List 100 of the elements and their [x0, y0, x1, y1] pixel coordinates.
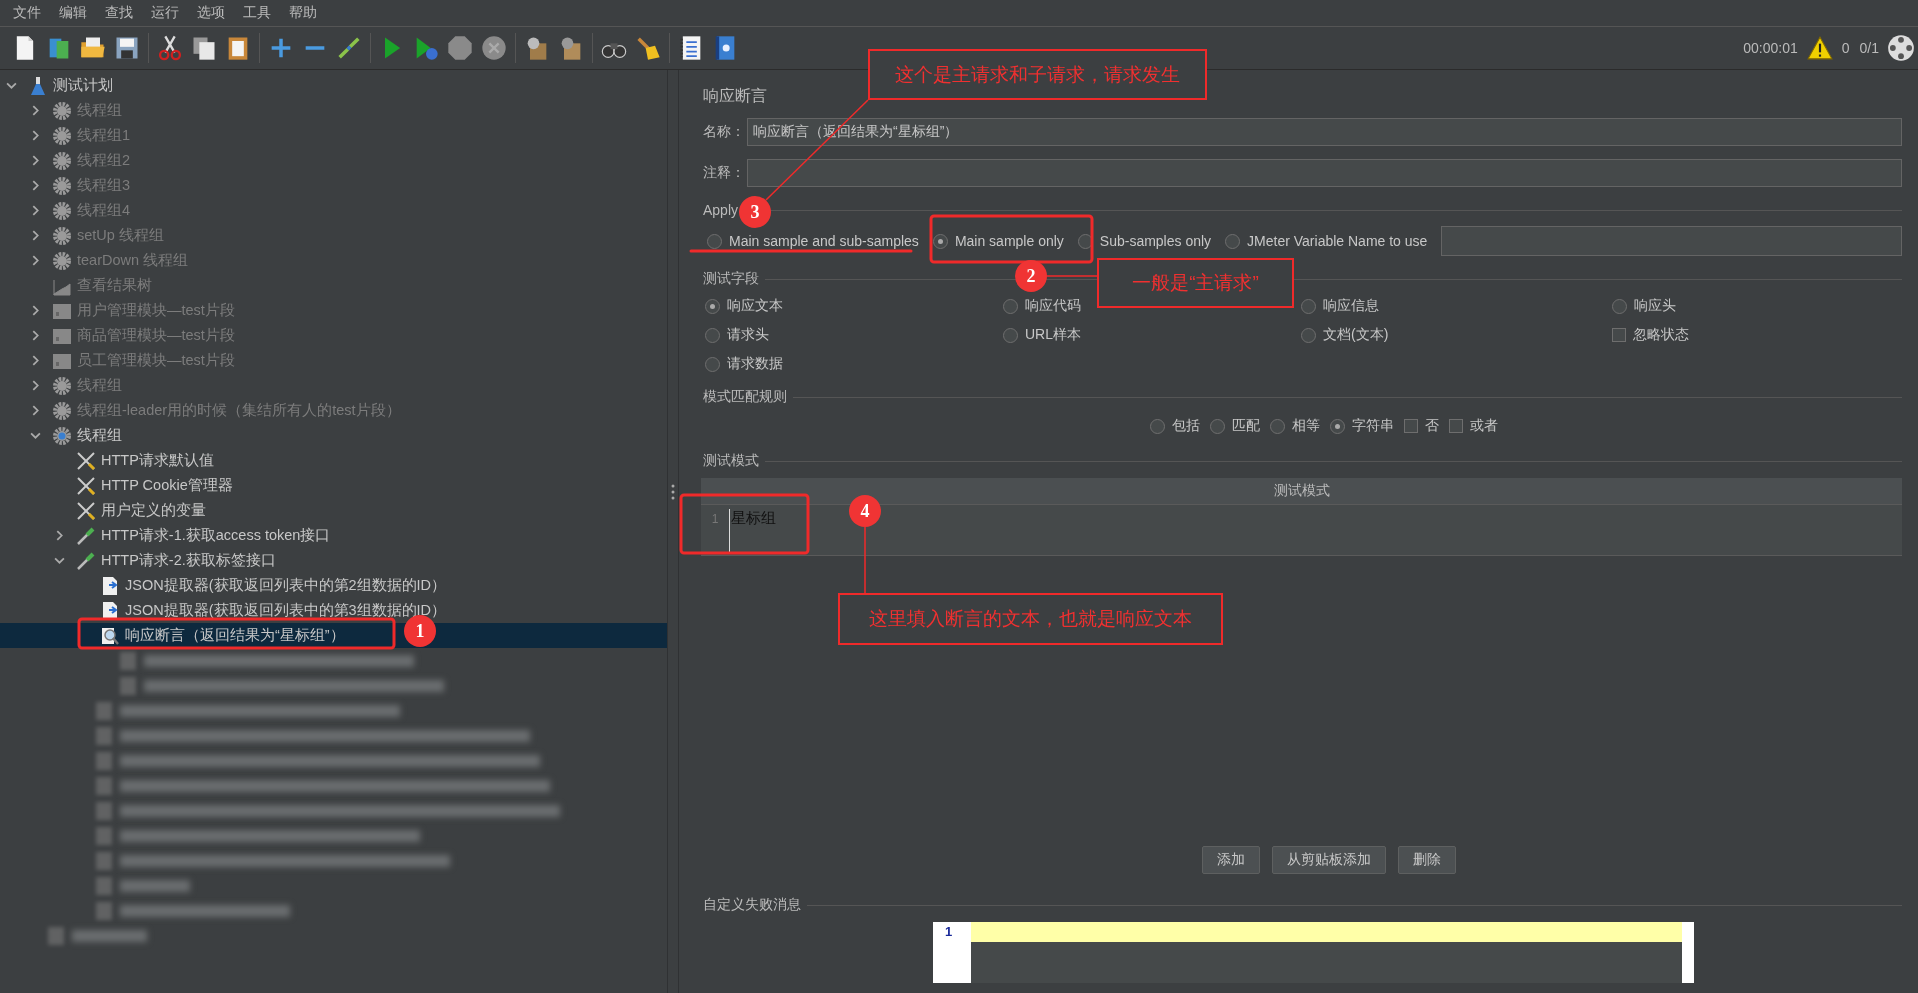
line-number: 1 — [944, 923, 954, 939]
annotation-callout: 一般是“主请求” — [1097, 258, 1294, 308]
chevron-down-icon[interactable] — [6, 80, 17, 91]
checkbox-option[interactable]: 或者 — [1448, 412, 1498, 440]
menu-item[interactable]: 工具 — [234, 4, 280, 22]
magnifier-icon — [100, 625, 120, 646]
blurred-icon — [96, 701, 112, 720]
blurred-icon — [96, 876, 112, 895]
radio-option[interactable]: 文档(文本) — [1301, 321, 1389, 349]
blurred-icon — [96, 726, 112, 745]
step-number-badge: 2 — [1015, 260, 1047, 292]
pipette-icon — [76, 550, 96, 571]
gear-icon — [52, 400, 72, 421]
leader-line — [1046, 275, 1098, 277]
column-header: 测试模式 — [701, 478, 1902, 504]
menu-item[interactable]: 选项 — [188, 4, 234, 22]
cut-icon[interactable] — [156, 34, 184, 62]
failure-message-editor[interactable]: 1 — [933, 922, 1694, 983]
menu-item[interactable]: 编辑 — [50, 4, 96, 22]
tools-icon — [76, 500, 96, 521]
field-label: 注释： — [703, 164, 746, 182]
gear-icon — [52, 250, 72, 271]
splitter-grip-icon[interactable] — [671, 483, 675, 500]
radio-option[interactable]: 匹配 — [1209, 412, 1260, 440]
gear-icon — [52, 225, 72, 246]
tree-item[interactable]: 线程组 — [0, 423, 667, 448]
chevron-down-icon[interactable] — [30, 430, 41, 441]
blurred-icon — [96, 851, 112, 870]
tree-item[interactable]: HTTP请求-2.获取标签接口 — [0, 548, 667, 573]
tree-item[interactable]: HTTP请求默认值 — [0, 448, 667, 473]
tools-icon — [76, 475, 96, 496]
gear-icon — [52, 150, 72, 171]
chevron-right-icon[interactable] — [54, 530, 65, 541]
gear-icon — [52, 375, 72, 396]
gear-icon — [52, 425, 72, 446]
blurred-icon — [96, 901, 112, 920]
group-legend: 测试字段 — [703, 270, 759, 288]
group-legend: 模式匹配规则 — [703, 388, 787, 406]
blurred-icon — [96, 826, 112, 845]
radio-option[interactable]: 相等 — [1269, 412, 1320, 440]
checkbox-option[interactable]: 忽略状态 — [1612, 321, 1689, 349]
radio-option[interactable]: 响应文本 — [705, 292, 783, 320]
gear-icon — [52, 125, 72, 146]
panel-title: 响应断言 — [703, 86, 768, 106]
tools-icon — [76, 450, 96, 471]
name-field[interactable]: 响应断言（返回结果为“星标组”） — [747, 118, 1902, 146]
menu-item[interactable]: 帮助 — [280, 4, 326, 22]
tree-item[interactable]: HTTP Cookie管理器 — [0, 473, 667, 498]
menu-item[interactable]: 文件 — [4, 4, 50, 22]
blurred-icon — [96, 776, 112, 795]
blurred-icon — [96, 751, 112, 770]
warning-icon[interactable] — [1806, 36, 1833, 60]
menu-item[interactable]: 运行 — [142, 4, 188, 22]
chevron-down-icon[interactable] — [54, 555, 65, 566]
page-arrow-icon — [100, 575, 120, 596]
gear-icon — [52, 100, 72, 121]
radio-option[interactable]: 包括 — [1149, 412, 1200, 440]
blurred-text — [120, 879, 190, 892]
radio-option[interactable]: Main sample and sub-samples — [707, 227, 919, 255]
field-label: 名称： — [703, 123, 746, 141]
annotation-callout: 这个是主请求和子请求，请求发生 — [868, 49, 1207, 100]
flask-icon — [28, 75, 48, 96]
radio-option[interactable]: 响应头 — [1612, 292, 1676, 320]
radio-option[interactable]: Main sample only — [932, 227, 1064, 255]
tree-item[interactable]: JSON提取器(获取返回列表中的第2组数据的ID） — [0, 573, 667, 598]
radio-option[interactable]: 响应代码 — [1003, 292, 1081, 320]
step-number-badge: 3 — [739, 196, 771, 228]
action-button[interactable]: 删除 — [1397, 846, 1456, 874]
blurred-icon — [96, 801, 112, 820]
gear-icon — [52, 200, 72, 221]
checkbox-option[interactable]: 否 — [1403, 412, 1439, 440]
blurred-icon — [120, 651, 136, 670]
menu-item[interactable]: 查找 — [96, 4, 142, 22]
radio-option[interactable]: 请求数据 — [705, 350, 783, 378]
group-legend: Apply — [703, 202, 739, 218]
radio-option[interactable]: JMeter Variable Name to use — [1225, 227, 1428, 255]
radio-option[interactable]: 响应信息 — [1301, 292, 1379, 320]
radio-option[interactable]: URL样本 — [1003, 321, 1081, 349]
warning-count: 0 — [1841, 40, 1850, 56]
radio-option[interactable]: Sub-samples only — [1077, 227, 1212, 255]
shutdown-icon[interactable] — [480, 34, 508, 62]
pipette-icon — [76, 525, 96, 546]
tree-item[interactable]: 用户定义的变量 — [0, 498, 667, 523]
tree-item[interactable]: 测试计划 — [0, 73, 667, 98]
radio-option[interactable]: 字符串 — [1329, 412, 1394, 440]
action-button[interactable]: 添加 — [1201, 846, 1260, 874]
stop-icon[interactable] — [446, 34, 474, 62]
radio-option[interactable]: 请求头 — [705, 321, 769, 349]
blurred-icon — [120, 676, 136, 695]
comment-field[interactable] — [747, 159, 1902, 187]
gear-icon — [52, 175, 72, 196]
tree-item[interactable]: HTTP请求-1.获取access token接口 — [0, 523, 667, 548]
elapsed-time: 00:00:01 — [1743, 40, 1798, 56]
group-legend: 自定义失败消息 — [703, 896, 801, 914]
annotation-callout: 这里填入断言的文本，也就是响应文本 — [838, 593, 1223, 645]
page-arrow-icon — [100, 600, 120, 621]
variable-name-field[interactable] — [1441, 226, 1902, 256]
thread-count: 0/1 — [1859, 40, 1879, 56]
action-button[interactable]: 从剪贴板添加 — [1271, 846, 1386, 874]
leader-line — [864, 526, 866, 594]
